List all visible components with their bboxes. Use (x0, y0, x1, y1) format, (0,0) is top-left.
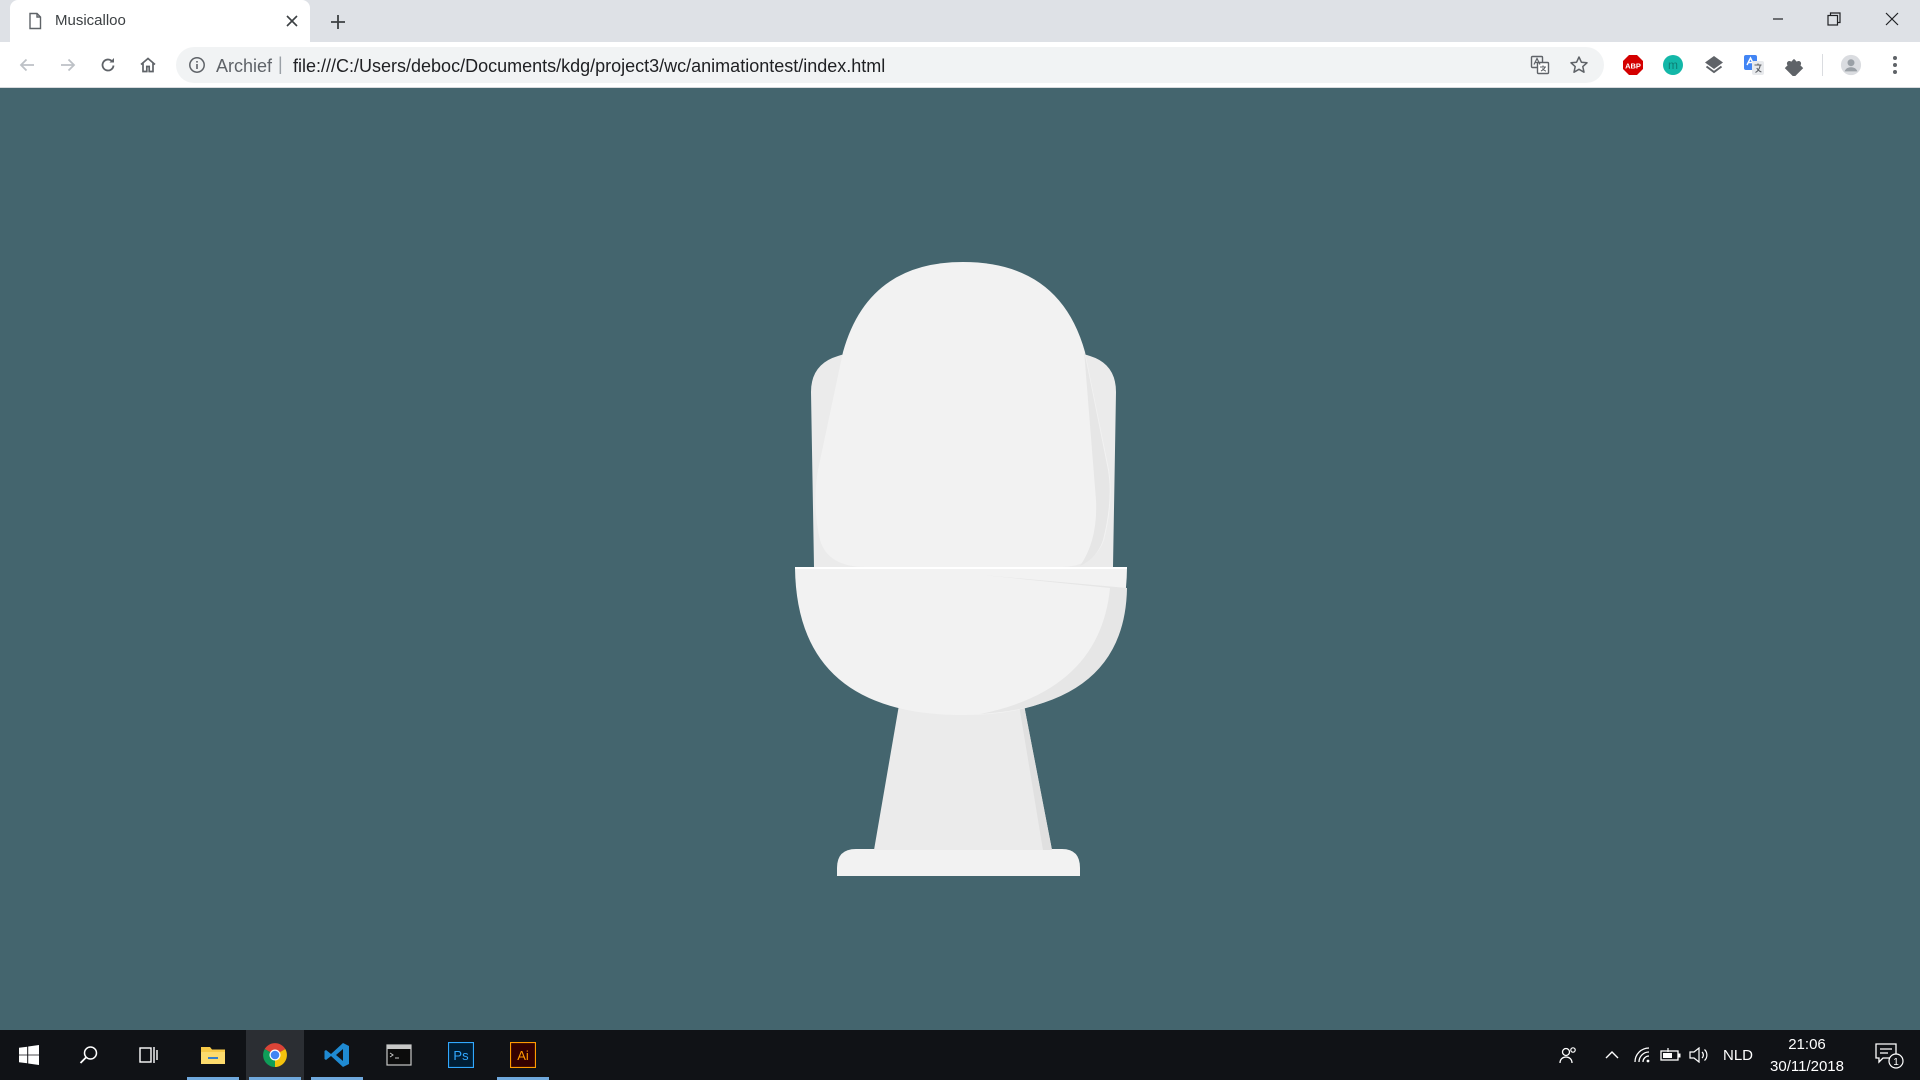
m-extension-icon[interactable]: m (1662, 54, 1684, 76)
puzzle-extension-icon[interactable] (1783, 54, 1805, 76)
photoshop-label: Ps (453, 1048, 469, 1063)
page-icon (29, 12, 42, 30)
restore-button[interactable] (1806, 0, 1862, 38)
minimize-button[interactable] (1750, 0, 1806, 38)
close-tab-icon[interactable] (280, 9, 304, 33)
vscode-icon[interactable] (308, 1030, 366, 1080)
home-button[interactable] (132, 49, 164, 81)
volume-icon[interactable] (1686, 1030, 1712, 1080)
info-icon[interactable] (188, 56, 206, 74)
bookmark-star-icon[interactable] (1569, 55, 1589, 75)
abp-text: ABP (1625, 62, 1641, 71)
tab-strip: Musicalloo (0, 0, 1920, 42)
toilet-base (837, 849, 1080, 876)
search-icon[interactable] (60, 1030, 118, 1080)
illustrator-label: Ai (517, 1048, 529, 1063)
toilet-bowl (795, 568, 1127, 715)
profile-avatar-icon[interactable] (1840, 54, 1862, 76)
toolbar-divider (1822, 54, 1823, 76)
new-tab-button[interactable] (325, 9, 351, 35)
m-extension-text: m (1668, 58, 1678, 72)
chrome-icon[interactable] (246, 1030, 304, 1080)
start-icon[interactable] (0, 1030, 58, 1080)
language-indicator[interactable]: NLD (1716, 1030, 1760, 1080)
address-bar[interactable]: Archief | file:///C:/Users/deboc/Documen… (176, 47, 1604, 83)
back-button[interactable] (11, 49, 43, 81)
people-icon[interactable] (1552, 1030, 1584, 1080)
action-center-icon[interactable]: 1 (1864, 1030, 1914, 1080)
origin-label: Archief (216, 56, 273, 76)
terminal-icon[interactable] (370, 1030, 428, 1080)
layers-extension-icon[interactable] (1703, 54, 1725, 76)
clock-date[interactable]: 30/11/2018 (1764, 1058, 1850, 1075)
tab-musicalloo[interactable]: Musicalloo (10, 0, 310, 42)
wifi-icon[interactable] (1630, 1030, 1656, 1080)
notification-count: 1 (1893, 1057, 1899, 1068)
page-viewport (0, 88, 1920, 1030)
battery-icon[interactable] (1658, 1030, 1684, 1080)
chevron-up-icon[interactable] (1600, 1030, 1624, 1080)
clock-time[interactable]: 21:06 (1764, 1036, 1850, 1053)
illustrator-icon[interactable]: Ai (494, 1030, 552, 1080)
toilet-illustration[interactable] (780, 258, 1140, 978)
menu-kebab-icon[interactable] (1884, 54, 1906, 76)
browser-toolbar: Archief | file:///C:/Users/deboc/Documen… (0, 42, 1920, 88)
forward-button[interactable] (52, 49, 84, 81)
close-window-button[interactable] (1864, 0, 1920, 38)
translate-icon[interactable] (1530, 55, 1550, 75)
tab-title: Musicalloo (55, 12, 126, 29)
toilet-lid (815, 262, 1111, 567)
google-translate-icon[interactable] (1743, 54, 1765, 76)
file-explorer-icon[interactable] (184, 1030, 242, 1080)
address-separator: | (278, 54, 283, 74)
url-text[interactable]: file:///C:/Users/deboc/Documents/kdg/pro… (293, 56, 885, 77)
reload-button[interactable] (92, 49, 124, 81)
windows-taskbar: Ps Ai NLD 21:06 30/11/2018 1 (0, 1030, 1920, 1080)
photoshop-icon[interactable]: Ps (432, 1030, 490, 1080)
task-view-icon[interactable] (120, 1030, 178, 1080)
abp-icon[interactable]: ABP (1622, 54, 1644, 76)
